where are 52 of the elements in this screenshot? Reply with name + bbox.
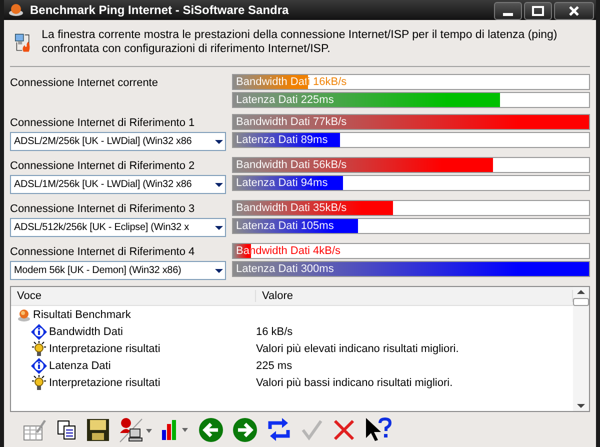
window-title: Benchmark Ping Internet - SiSoftware Sandra — [30, 3, 290, 17]
dropdown-arrow-icon — [215, 140, 223, 144]
copy-icon — [56, 419, 78, 441]
dropdown-arrow-icon — [215, 226, 223, 230]
dropdown-arrow-icon — [215, 268, 223, 272]
check-icon — [300, 418, 324, 442]
reference-dropdown[interactable]: ADSL/1M/256k [UK - LWDial] (Win32 x86 — [10, 175, 226, 194]
scroll-down-icon — [577, 404, 585, 408]
toolbar-button[interactable] — [266, 416, 292, 444]
user-computer-icon — [118, 417, 152, 443]
tree-item[interactable]: Bandwidth Dati — [49, 326, 123, 338]
connection-label: Connessione Internet di Riferimento 3 — [10, 203, 196, 215]
light-bulb-icon — [31, 374, 47, 390]
light-bulb-icon — [31, 340, 47, 356]
toolbar-button[interactable] — [118, 416, 152, 444]
close-button[interactable] — [554, 2, 594, 20]
reference-dropdown[interactable]: Modem 56k [UK - Demon] (Win32 x86) — [10, 261, 226, 280]
description-text: La finestra corrente mostra le prestazioni della connessione Internet/ISP per il tempo di latenza (ping) confrontata con configurazioni di riferimento Internet/ISP. — [42, 28, 558, 57]
tree-item[interactable]: Interpretazione risultati — [49, 342, 160, 354]
value-cell-text: Valori più elevati indicano risultati migliori. — [256, 342, 460, 354]
scroll-thumb[interactable] — [573, 298, 589, 306]
value-cell-text: 16 kB/s — [256, 326, 294, 338]
minimize-icon — [503, 13, 513, 16]
close-icon — [332, 418, 356, 442]
maximize-button[interactable] — [524, 2, 552, 20]
value-cell-text: Valori più bassi indicano risultati migliori. — [256, 376, 454, 388]
info-icon — [31, 358, 47, 374]
tree-item[interactable]: Latenza Dati — [49, 360, 111, 372]
refresh-icon — [266, 417, 292, 443]
tree-item[interactable]: Interpretazione risultati — [49, 376, 160, 388]
maximize-icon — [532, 6, 544, 16]
toolbar-button[interactable] — [364, 416, 392, 444]
minimize-button[interactable] — [494, 2, 522, 20]
connection-label: Connessione Internet di Riferimento 4 — [10, 246, 196, 258]
help-pointer-icon — [364, 417, 392, 443]
dropdown-arrow-icon — [215, 182, 223, 186]
toolbar-button[interactable] — [86, 416, 110, 444]
scroll-up-icon — [577, 290, 585, 294]
reference-dropdown[interactable]: ADSL/512k/256k [UK - Eclipse] (Win32 x — [10, 218, 226, 237]
table-edit-icon — [22, 418, 48, 442]
connection-label: Connessione Internet corrente — [10, 77, 159, 89]
value-cell-text: 225 ms — [256, 360, 294, 372]
app-icon — [8, 2, 24, 18]
connection-label: Connessione Internet di Riferimento 2 — [10, 160, 196, 172]
reference-dropdown[interactable]: ADSL/2M/256k [UK - LWDial] (Win32 x86 — [10, 132, 226, 151]
benchmark-icon — [17, 308, 31, 322]
tree-item[interactable]: Risultati Benchmark — [33, 308, 131, 320]
connection-label: Connessione Internet di Riferimento 1 — [10, 117, 196, 129]
close-icon — [569, 6, 579, 16]
column-header[interactable]: Voce — [11, 290, 256, 302]
info-icon — [31, 324, 47, 340]
bar-chart-icon — [160, 418, 190, 442]
